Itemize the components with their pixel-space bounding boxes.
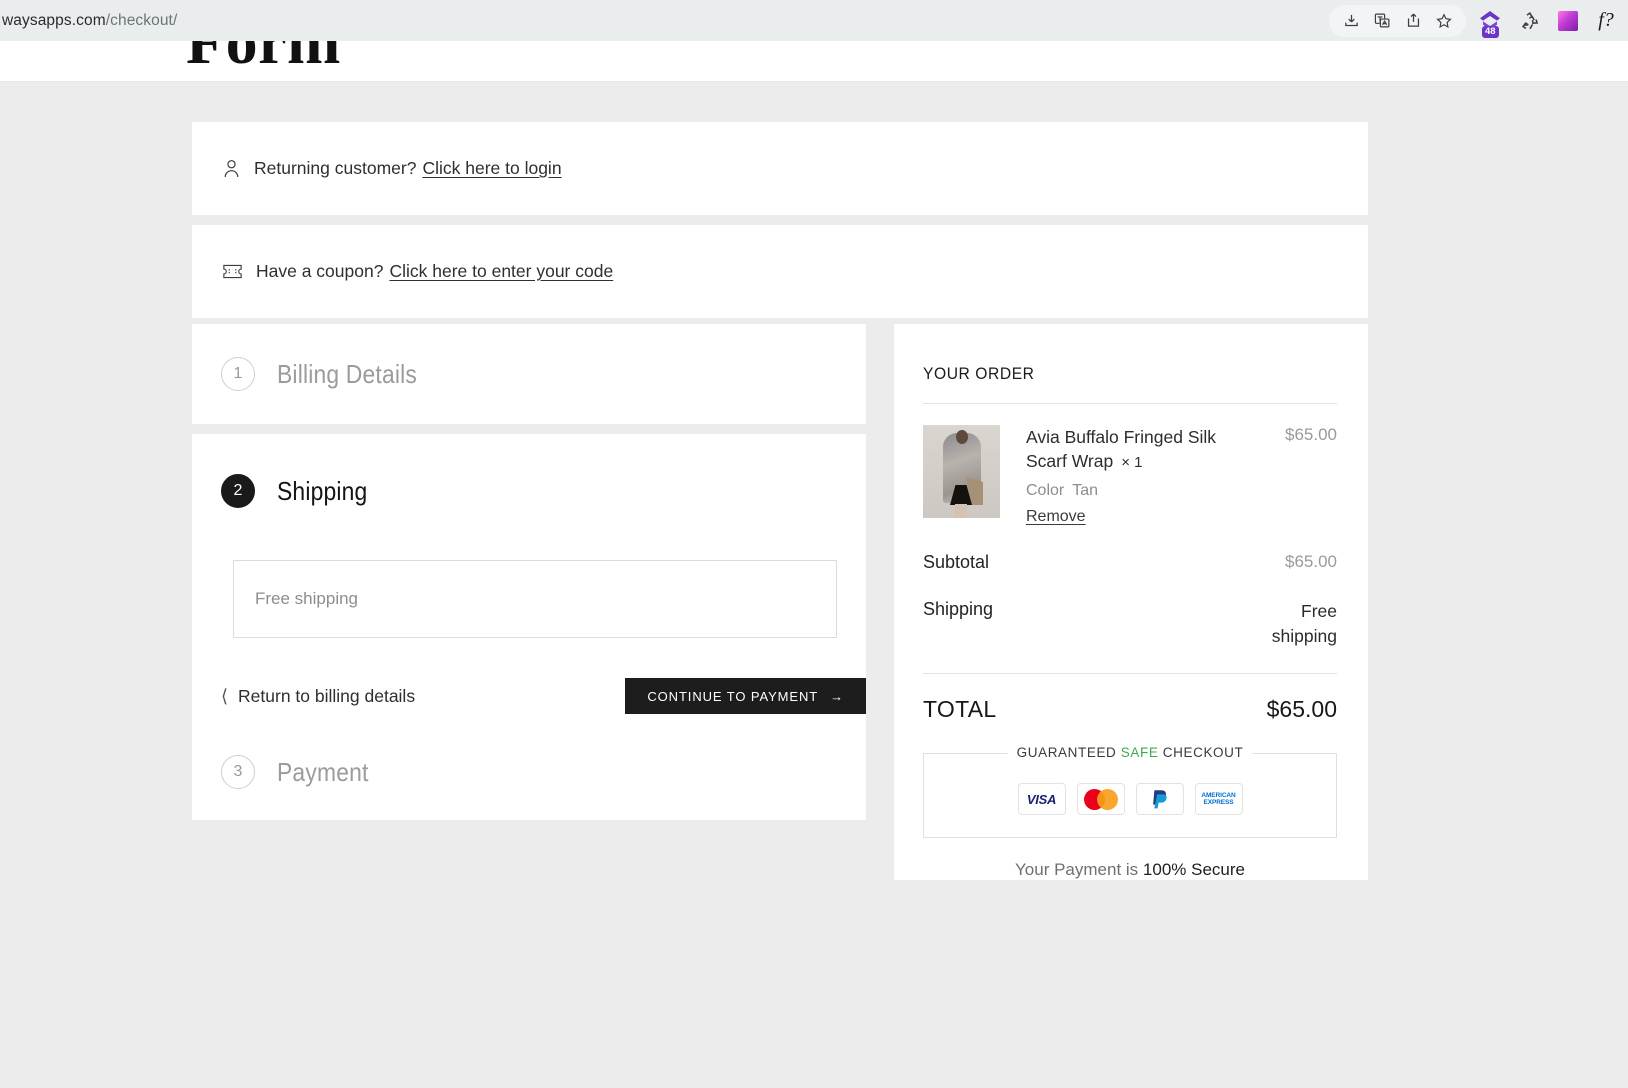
shipping-method-label: Free shipping [255, 589, 359, 608]
subtotal-value: $65.00 [1285, 552, 1337, 571]
bookmark-star-icon[interactable] [1432, 9, 1456, 33]
coupon-link[interactable]: Click here to enter your code [389, 261, 613, 282]
checkout-page: Returning customer? Click here to login … [0, 82, 1628, 1088]
payment-card-logos: VISA AMERICAN EXPRESS [940, 783, 1320, 815]
shipping-row-value: Free shipping [1271, 601, 1337, 646]
gradient-square-extension-icon[interactable] [1556, 9, 1580, 33]
divider [923, 673, 1337, 674]
chevron-left-icon: ⟨ [221, 685, 229, 706]
order-summary-heading: YOUR ORDER [923, 364, 1035, 383]
shipping-row-label: Shipping [923, 599, 994, 619]
url-path: /checkout/ [105, 11, 178, 29]
remove-item-link[interactable]: Remove [1026, 508, 1086, 526]
toolbar-right-group: 48 f? [1329, 0, 1628, 41]
returning-customer-text: Returning customer? [254, 158, 417, 178]
payment-step-title: Payment [277, 756, 369, 787]
browser-toolbar: waysapps.com/checkout/ 48 f? [0, 0, 1628, 41]
payment-section[interactable]: 3 Payment [192, 722, 866, 820]
total-row: TOTAL $65.00 [923, 696, 1337, 723]
amex-label: AMERICAN EXPRESS [1201, 791, 1236, 807]
secure-payment-note: Your Payment is 100% Secure [923, 860, 1337, 880]
order-item-attribute-label: Color [1026, 482, 1065, 499]
translate-icon[interactable] [1370, 9, 1394, 33]
amex-icon: AMERICAN EXPRESS [1194, 783, 1243, 815]
order-item-details: Avia Buffalo Fringed Silk Scarf Wrap × 1 … [1000, 425, 1285, 526]
subtotal-label: Subtotal [923, 552, 990, 572]
order-item-attribute-value: Tan [1072, 482, 1099, 499]
visa-label: VISA [1026, 791, 1057, 807]
extension-icons: 48 f? [1478, 9, 1618, 38]
shipping-step-title: Shipping [277, 475, 368, 506]
arrow-right-icon: → [830, 688, 844, 704]
shipping-step-header: 2 Shipping [221, 474, 866, 508]
share-icon[interactable] [1401, 9, 1425, 33]
payment-step-header: 3 Payment [221, 755, 866, 789]
visa-icon: VISA [1017, 783, 1066, 815]
coupon-notice: Have a coupon? Click here to enter your … [192, 225, 1368, 318]
secure-note-strong: 100% Secure [1142, 860, 1245, 879]
shipping-actions: ⟨ Return to billing details CONTINUE TO … [221, 678, 866, 714]
shipping-step-number: 2 [221, 474, 255, 508]
safe-checkout-legend: GUARANTEED SAFE CHECKOUT [1007, 745, 1253, 760]
safe-checkout-prefix: GUARANTEED [1016, 745, 1121, 760]
return-to-billing-label: Return to billing details [238, 685, 416, 706]
billing-step-title: Billing Details [277, 358, 417, 389]
total-value: $65.00 [1266, 696, 1337, 722]
order-line-item: Avia Buffalo Fringed Silk Scarf Wrap × 1 … [923, 404, 1337, 526]
order-summary-panel: YOUR ORDER Avia Buffalo Fringed Silk Sca… [894, 324, 1368, 880]
order-item-attribute: Color Tan [1026, 482, 1285, 500]
payment-step-number: 3 [221, 755, 255, 789]
secure-note-prefix: Your Payment is [1015, 860, 1143, 879]
toolbar-action-pill [1329, 4, 1466, 37]
product-thumbnail[interactable] [923, 425, 1000, 518]
ticket-icon [223, 264, 242, 279]
url-host: waysapps.com [2, 11, 106, 29]
address-bar[interactable]: waysapps.com/checkout/ [0, 12, 177, 30]
site-logo[interactable]: Form [186, 41, 341, 79]
download-icon[interactable] [1339, 9, 1363, 33]
return-to-billing-link[interactable]: ⟨ Return to billing details [221, 686, 415, 707]
billing-step-number: 1 [221, 357, 255, 391]
mastercard-icon [1076, 783, 1125, 815]
billing-details-section[interactable]: 1 Billing Details [192, 324, 866, 424]
order-item-quantity: × 1 [1121, 454, 1143, 471]
site-header: Form [0, 41, 1628, 82]
recycle-extension-icon[interactable] [1518, 9, 1542, 33]
order-item-name-row: Avia Buffalo Fringed Silk Scarf Wrap × 1 [1026, 425, 1238, 475]
order-item-price: $65.00 [1285, 425, 1337, 444]
user-icon [223, 159, 240, 178]
subtotal-row: Subtotal $65.00 [923, 552, 1337, 573]
shipping-method-box[interactable]: Free shipping [233, 560, 837, 638]
continue-to-payment-label: CONTINUE TO PAYMENT [647, 688, 819, 704]
extension-badge-count: 48 [1482, 25, 1499, 38]
billing-step-header: 1 Billing Details [221, 357, 866, 391]
purple-home-extension-icon[interactable]: 48 [1478, 9, 1504, 38]
safe-checkout-box: GUARANTEED SAFE CHECKOUT VISA AMERICAN E… [923, 745, 1337, 838]
total-label: TOTAL [923, 696, 997, 722]
paypal-icon [1135, 783, 1184, 815]
coupon-text: Have a coupon? [256, 261, 384, 281]
shipping-row: Shipping Free shipping [923, 599, 1337, 649]
login-link[interactable]: Click here to login [422, 158, 561, 179]
safe-checkout-highlight: SAFE [1120, 745, 1159, 760]
returning-customer-notice: Returning customer? Click here to login [192, 122, 1368, 215]
continue-to-payment-button[interactable]: CONTINUE TO PAYMENT → [625, 678, 866, 714]
safe-checkout-suffix: CHECKOUT [1158, 745, 1244, 760]
font-question-extension-icon[interactable]: f? [1594, 9, 1618, 33]
